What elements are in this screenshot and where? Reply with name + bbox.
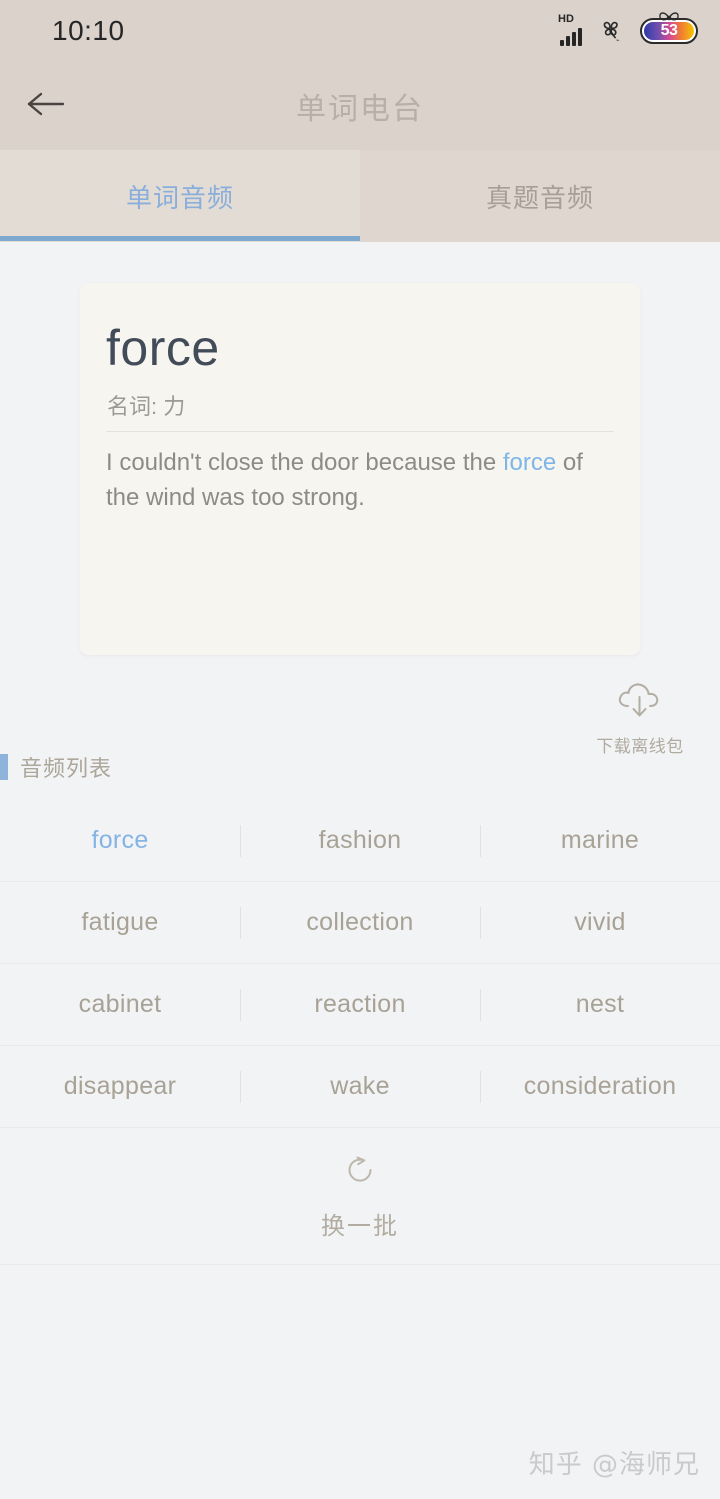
sentence-part-before: I couldn't close the door because the [106, 449, 503, 476]
refresh-batch-button[interactable]: 换一批 [0, 1128, 720, 1265]
word-cell[interactable]: fatigue [0, 882, 240, 963]
table-row: cabinet reaction nest [0, 964, 720, 1046]
heading-accent-bar [0, 754, 8, 780]
watermark: 知乎 @海师兄 [528, 1450, 700, 1480]
status-bar-clock: 10:10 [52, 15, 125, 46]
download-offline-pack-label: 下载离线包 [596, 737, 684, 756]
tab-exam-audio[interactable]: 真题音频 [360, 150, 720, 242]
hd-label: HD [558, 13, 574, 25]
card-part-of-speech: 名词: 力 [107, 394, 186, 419]
app-screen: 10:10 HD ⌁ 53 单词电台 单词音频 真题音频 force 名词: 力… [0, 0, 720, 1499]
battery-icon: 53 [640, 12, 698, 44]
word-cell[interactable]: nest [480, 964, 720, 1045]
word-cell[interactable]: fashion [240, 800, 480, 881]
word-cell[interactable]: disappear [0, 1046, 240, 1127]
status-bar-icons: HD ⌁ 53 [558, 12, 698, 46]
tab-bar: 单词音频 真题音频 [0, 150, 720, 242]
card-divider [106, 431, 614, 432]
word-cell[interactable]: vivid [480, 882, 720, 963]
download-offline-pack-button[interactable]: 下载离线包 [584, 678, 696, 757]
page-title: 单词电台 [296, 93, 424, 126]
word-card[interactable]: force 名词: 力 I couldn't close the door be… [80, 283, 640, 655]
word-cell[interactable]: wake [240, 1046, 480, 1127]
table-row: fatigue collection vivid [0, 882, 720, 964]
audio-list-heading-label: 音频列表 [20, 756, 113, 781]
word-cell[interactable]: force [0, 800, 240, 881]
table-row: disappear wake consideration [0, 1046, 720, 1128]
audio-list-heading: 音频列表 [0, 752, 112, 782]
card-example-sentence: I couldn't close the door because the fo… [106, 446, 610, 516]
card-word: force [106, 320, 220, 376]
word-cell[interactable]: cabinet [0, 964, 240, 1045]
cloud-download-icon [612, 678, 668, 727]
title-bar: 单词电台 [0, 62, 720, 150]
word-cell[interactable]: marine [480, 800, 720, 881]
signal-strength-bars [560, 28, 582, 46]
status-bar: 10:10 HD ⌁ 53 [0, 0, 720, 62]
sentence-highlight-word: force [502, 449, 557, 476]
clover-icon: ⌁ [596, 16, 626, 46]
signal-bars-icon: HD [558, 13, 582, 46]
tab-active-indicator [0, 236, 360, 241]
refresh-icon [341, 1151, 379, 1194]
refresh-batch-label: 换一批 [321, 1213, 399, 1240]
word-cell[interactable]: collection [240, 882, 480, 963]
svg-text:⌁: ⌁ [616, 37, 620, 44]
word-cell[interactable]: consideration [480, 1046, 720, 1127]
bow-icon [656, 9, 682, 28]
audio-word-grid: force fashion marine fatigue collection … [0, 800, 720, 1128]
word-cell[interactable]: reaction [240, 964, 480, 1045]
table-row: force fashion marine [0, 800, 720, 882]
tab-word-audio[interactable]: 单词音频 [0, 150, 360, 242]
